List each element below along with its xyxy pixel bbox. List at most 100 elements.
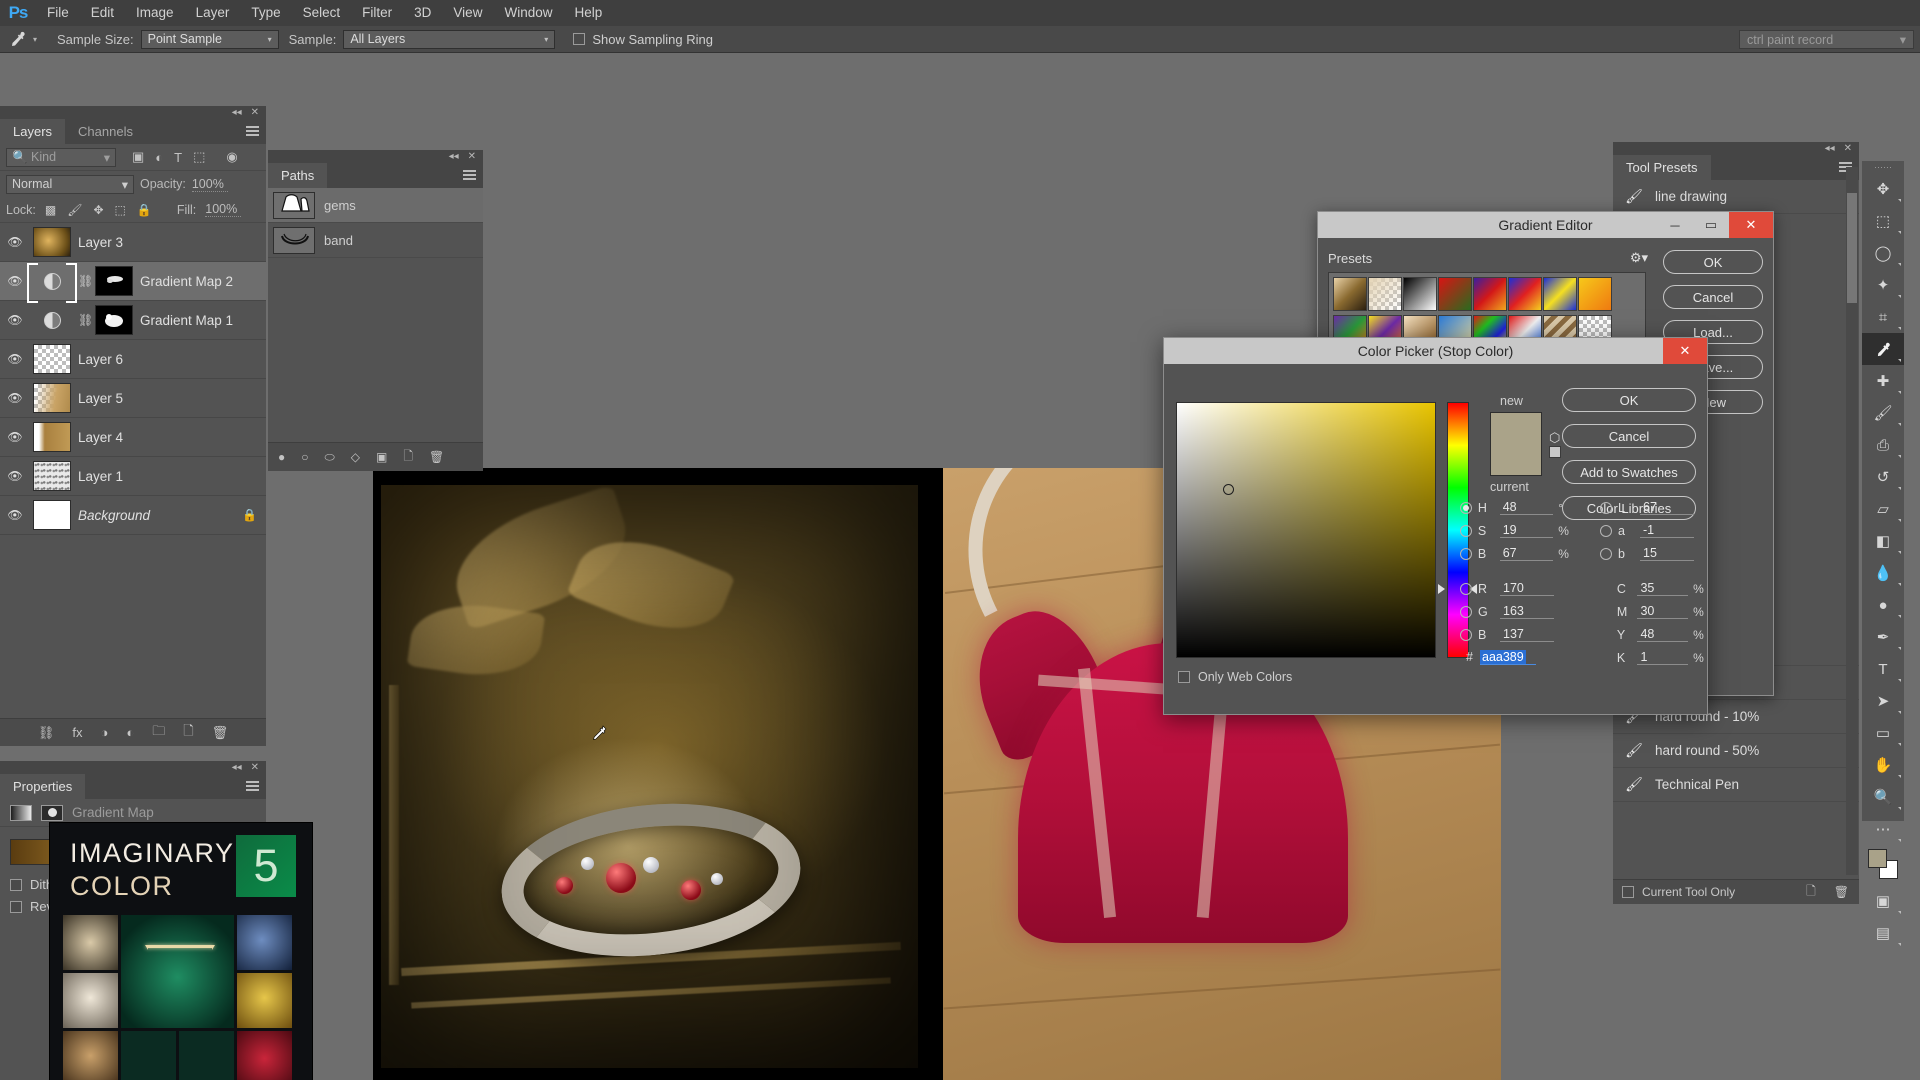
sample-size-select[interactable]: Point Sample ▾ xyxy=(140,29,279,49)
more-tools-icon[interactable]: ⋯ xyxy=(1862,813,1904,845)
eye-icon[interactable]: 👁 xyxy=(4,430,26,444)
filter-type-icon[interactable]: T xyxy=(174,150,182,165)
menu-item-3d[interactable]: 3D xyxy=(403,0,442,26)
menu-item-select[interactable]: Select xyxy=(292,0,352,26)
list-item[interactable]: gems xyxy=(268,188,483,223)
lasso-icon[interactable]: ◯ xyxy=(1862,237,1904,269)
link-layers-icon[interactable]: ⛓ xyxy=(38,725,55,741)
lab-row-l[interactable]: L 67 xyxy=(1600,498,1710,517)
hsb-row-b[interactable]: B 67 % xyxy=(1460,544,1576,563)
brush-icon[interactable]: 🖌 xyxy=(1862,397,1904,429)
stroke-path-icon[interactable]: ○ xyxy=(301,450,308,464)
layer-style-icon[interactable]: fx xyxy=(72,725,82,740)
mask-icon[interactable] xyxy=(41,804,63,821)
radio-l[interactable] xyxy=(1600,501,1612,514)
delete-layer-icon[interactable]: 🗑 xyxy=(212,725,229,741)
panel-menu-icon[interactable] xyxy=(463,170,476,183)
path-name[interactable]: band xyxy=(324,233,353,248)
color-picker-titlebar[interactable]: Color Picker (Stop Color) ✕ xyxy=(1164,338,1707,364)
add-mask-icon[interactable]: ▣ xyxy=(376,450,387,464)
radio-h[interactable] xyxy=(1460,501,1472,514)
new-preset-icon[interactable]: 🗋 xyxy=(1806,882,1816,903)
close-icon[interactable]: ✕ xyxy=(1844,143,1852,154)
radio-b2[interactable] xyxy=(1460,628,1472,641)
panel-menu-icon[interactable] xyxy=(246,126,259,139)
fill-path-icon[interactable]: ● xyxy=(278,450,285,464)
filter-shape-icon[interactable]: ⬚ xyxy=(193,149,205,165)
close-icon[interactable]: ✕ xyxy=(1663,338,1707,364)
radio-g[interactable] xyxy=(1460,605,1472,618)
hex-value[interactable]: aaa389 xyxy=(1480,650,1526,664)
blur-icon[interactable]: 💧 xyxy=(1862,557,1904,589)
filter-pixel-icon[interactable]: ▣ xyxy=(132,149,144,165)
new-group-icon[interactable]: 🗀 xyxy=(152,722,165,744)
quick-mask-icon[interactable]: ▣ xyxy=(1862,885,1904,917)
menu-item-layer[interactable]: Layer xyxy=(185,0,241,26)
table-row[interactable]: 👁 Layer 4 xyxy=(0,418,266,457)
hue-slider-arrow-left[interactable] xyxy=(1438,584,1445,594)
history-brush-icon[interactable]: ↺ xyxy=(1862,461,1904,493)
filter-toggle-icon[interactable]: ◉ xyxy=(226,149,237,165)
menu-item-type[interactable]: Type xyxy=(240,0,291,26)
list-item[interactable]: band xyxy=(268,223,483,258)
web-safe-icon[interactable] xyxy=(1549,446,1561,458)
only-web-colors-checkbox[interactable]: Only Web Colors xyxy=(1178,670,1292,684)
active-tool-indicator[interactable]: ▾ xyxy=(8,29,47,49)
tab-properties[interactable]: Properties xyxy=(0,774,86,799)
table-row[interactable]: 👁 Layer 5 xyxy=(0,379,266,418)
radio-r[interactable] xyxy=(1460,582,1472,595)
layer-thumbnail[interactable] xyxy=(33,344,71,374)
load-selection-icon[interactable]: ⬭ xyxy=(325,450,335,465)
layer-thumbnail[interactable] xyxy=(33,305,71,335)
rgb-value-g[interactable]: 163 xyxy=(1500,604,1554,619)
cmyk-row-k[interactable]: K 1 % xyxy=(1600,648,1710,667)
table-row[interactable]: 👁 Layer 3 xyxy=(0,223,266,262)
close-icon[interactable]: ✕ xyxy=(468,151,476,162)
maximize-icon[interactable]: ▭ xyxy=(1693,212,1729,238)
scrollbar-thumb[interactable] xyxy=(1847,193,1857,303)
cmyk-row-m[interactable]: M 30 % xyxy=(1600,602,1710,621)
lab-row-b[interactable]: b 15 xyxy=(1600,544,1710,563)
move-icon[interactable]: ✥ xyxy=(1862,173,1904,205)
table-row[interactable]: 👁 ⛓ Gradient Map 1 xyxy=(0,301,266,340)
foreground-color-swatch[interactable] xyxy=(1868,849,1887,868)
gear-icon[interactable]: ⚙▾ xyxy=(1630,250,1648,266)
rgb-row-g[interactable]: G 163 xyxy=(1460,602,1576,621)
layer-thumbnail[interactable] xyxy=(33,227,71,257)
hsb-value-s[interactable]: 19 xyxy=(1499,523,1554,538)
tool-preset-chevron-icon[interactable]: ▾ xyxy=(33,35,37,44)
hand-icon[interactable]: ✋ xyxy=(1862,749,1904,781)
pen-icon[interactable]: ✒ xyxy=(1862,621,1904,653)
table-row[interactable]: 👁 Layer 1 xyxy=(0,457,266,496)
panel-menu-icon[interactable] xyxy=(246,781,259,794)
table-row[interactable]: 👁 Background 🔒 xyxy=(0,496,266,535)
screen-mode-icon[interactable]: ▤ xyxy=(1862,917,1904,949)
fill-value[interactable]: 100% xyxy=(205,202,242,217)
add-to-swatches-button[interactable]: Add to Swatches xyxy=(1562,460,1696,484)
layer-name[interactable]: Layer 4 xyxy=(78,430,123,445)
current-tool-only-checkbox[interactable] xyxy=(1622,886,1634,898)
close-icon[interactable]: ✕ xyxy=(1729,212,1773,238)
path-select-icon[interactable]: ➤ xyxy=(1862,685,1904,717)
cmyk-row-c[interactable]: C 35 % xyxy=(1600,579,1710,598)
tab-paths[interactable]: Paths xyxy=(268,163,328,188)
link-icon[interactable]: ⛓ xyxy=(78,274,93,288)
layer-thumbnail[interactable] xyxy=(33,500,71,530)
close-icon[interactable]: ✕ xyxy=(251,107,259,118)
cmyk-value-c[interactable]: 35 xyxy=(1637,581,1689,596)
color-field[interactable] xyxy=(1176,402,1436,658)
rgb-row-b[interactable]: B 137 xyxy=(1460,625,1576,644)
lock-artboard-icon[interactable]: ⬚ xyxy=(115,203,126,217)
gradient-preset[interactable] xyxy=(1543,277,1577,311)
cancel-button[interactable]: Cancel xyxy=(1663,285,1763,309)
eye-icon[interactable]: 👁 xyxy=(4,274,26,288)
link-icon[interactable]: ⛓ xyxy=(78,313,93,327)
lock-position-icon[interactable]: ✥ xyxy=(93,203,103,217)
layer-name[interactable]: Layer 5 xyxy=(78,391,123,406)
sample-select[interactable]: All Layers ▾ xyxy=(343,29,556,49)
list-item[interactable]: 🖌 line drawing xyxy=(1613,180,1859,214)
show-sampling-ring-checkbox[interactable]: Show Sampling Ring xyxy=(573,32,713,47)
cmyk-value-y[interactable]: 48 xyxy=(1637,627,1689,642)
ok-button[interactable]: OK xyxy=(1663,250,1763,274)
layer-thumbnail[interactable] xyxy=(33,461,71,491)
